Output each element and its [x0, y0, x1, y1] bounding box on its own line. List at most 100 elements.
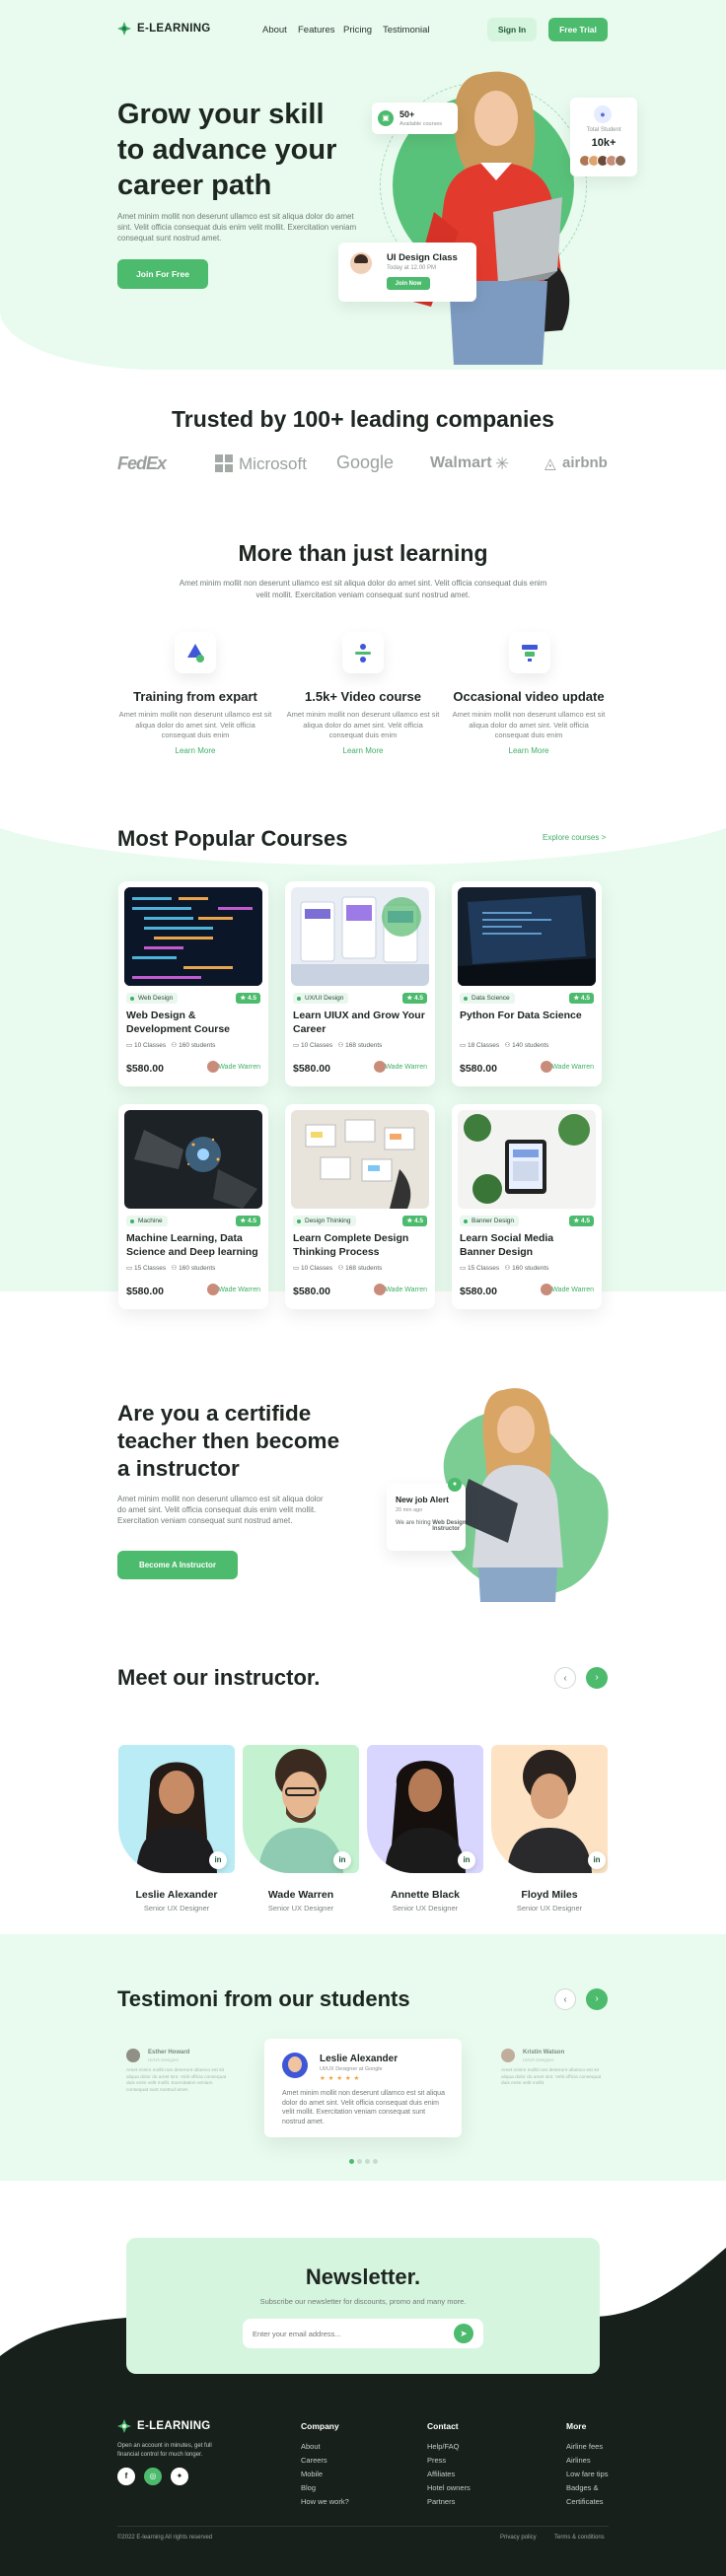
instructor-cta-line-3: a instructor	[117, 1456, 240, 1481]
testimonial-name: Kristin Watson	[523, 2050, 565, 2055]
course-card[interactable]: Web Design ★ 4.5 Web Design & Developmen…	[118, 881, 268, 1086]
nav-testimonial[interactable]: Testimonial	[383, 25, 430, 35]
footer-link[interactable]: Hotel owners	[427, 2483, 471, 2492]
testimonial-text: Amet minim mollit non deserunt ullamco e…	[282, 2090, 445, 2125]
facebook-icon[interactable]: f	[117, 2468, 135, 2485]
features-description: Amet minim mollit non deserunt ullamco e…	[179, 579, 547, 599]
course-meta: ▭ 10 Classes ⚇ 168 students	[293, 1041, 382, 1049]
feature-learn-more-3[interactable]: Learn More	[450, 746, 608, 755]
course-price: $580.00	[126, 1063, 164, 1075]
explore-courses-link[interactable]: Explore courses >	[543, 833, 606, 842]
course-title[interactable]: Machine Learning, Data Science and Deep …	[126, 1232, 258, 1259]
join-free-button[interactable]: Join For Free	[117, 259, 208, 289]
course-title[interactable]: Learn Social Media Banner Design	[460, 1232, 592, 1259]
testimonial-avatar	[282, 2053, 308, 2078]
footer-terms-link[interactable]: Terms & conditions	[554, 2535, 605, 2541]
linkedin-icon[interactable]: in	[333, 1851, 351, 1869]
linkedin-icon[interactable]: in	[458, 1851, 475, 1869]
course-image	[458, 1110, 596, 1209]
footer-link[interactable]: Badges &	[566, 2483, 599, 2492]
testimonial-name: Esther Howard	[148, 2050, 190, 2055]
nav-features[interactable]: Features	[298, 25, 335, 35]
course-author[interactable]: Wade Warren	[385, 1287, 427, 1293]
instagram-icon[interactable]: ◎	[144, 2468, 162, 2485]
footer-link[interactable]: Blog	[301, 2483, 316, 2492]
footer-link[interactable]: Low fare tips	[566, 2470, 609, 2478]
author-avatar	[541, 1061, 552, 1073]
hero-title-line-3: career path	[117, 170, 272, 201]
course-card[interactable]: Machine ★ 4.5 Machine Learning, Data Sci…	[118, 1104, 268, 1309]
testimonial-card-right[interactable]: Kristin Watson UI/UX Designer Amet minim…	[495, 2045, 612, 2104]
course-author[interactable]: Wade Warren	[218, 1287, 260, 1293]
students-count: 10k+	[591, 137, 617, 149]
nav-about[interactable]: About	[262, 25, 287, 35]
footer-link[interactable]: Mobile	[301, 2470, 323, 2478]
footer-link[interactable]: Airlines	[566, 2456, 591, 2465]
send-icon[interactable]: ➤	[454, 2324, 473, 2343]
twitter-icon[interactable]: ✦	[171, 2468, 188, 2485]
students-label: Total Student	[586, 127, 621, 133]
footer-link[interactable]: Careers	[301, 2456, 327, 2465]
course-tag: Design Thinking	[293, 1216, 356, 1226]
join-now-button[interactable]: Join Now	[387, 277, 430, 290]
footer-link[interactable]: Affiliates	[427, 2470, 455, 2478]
footer-link[interactable]: Certificates	[566, 2497, 604, 2506]
linkedin-icon[interactable]: in	[588, 1851, 606, 1869]
newsletter-title: Newsletter.	[305, 2264, 421, 2289]
book-icon: ▭	[460, 1042, 468, 1049]
instructors-next-button[interactable]: ›	[586, 1667, 608, 1689]
testimonials-next-button[interactable]: ›	[586, 1988, 608, 2010]
book-icon: ▭	[126, 1042, 134, 1049]
class-time: Today at 12.00 PM	[387, 265, 437, 271]
course-author[interactable]: Wade Warren	[551, 1287, 594, 1293]
testimonial-card-center[interactable]: Leslie Alexander UI/UX Designer at Googl…	[264, 2039, 462, 2137]
job-alert-time: 20 min ago	[396, 1507, 423, 1513]
feature-icon-2	[342, 632, 384, 673]
footer-link[interactable]: About	[301, 2442, 321, 2451]
course-card[interactable]: UX/UI Design ★ 4.5 Learn UIUX and Grow Y…	[285, 881, 435, 1086]
courses-label: Available courses	[399, 121, 443, 127]
nav-pricing[interactable]: Pricing	[343, 25, 372, 35]
footer-divider	[117, 2526, 609, 2527]
become-instructor-button[interactable]: Become A Instructor	[117, 1551, 238, 1579]
course-card[interactable]: Banner Design ★ 4.5 Learn Social Media B…	[452, 1104, 602, 1309]
course-students: 140 students	[512, 1042, 549, 1049]
course-tag: UX/UI Design	[293, 993, 349, 1004]
linkedin-icon[interactable]: in	[209, 1851, 227, 1869]
course-title[interactable]: Learn UIUX and Grow Your Career	[293, 1010, 425, 1036]
newsletter-email-input[interactable]	[253, 2325, 430, 2342]
footer-link[interactable]: Partners	[427, 2497, 455, 2506]
testimonial-card-left[interactable]: Esther Howard UI/UX Designer Amet minim …	[118, 2045, 235, 2104]
walmart-spark-icon: ✳	[495, 454, 510, 473]
course-author[interactable]: Wade Warren	[385, 1064, 427, 1071]
course-title[interactable]: Learn Complete Design Thinking Process	[293, 1232, 425, 1259]
logo-text: E-LEARNING	[137, 23, 211, 35]
footer-privacy-link[interactable]: Privacy policy	[500, 2535, 537, 2541]
instructors-title: Meet our instructor.	[117, 1665, 321, 1690]
instructor-name: Floyd Miles	[521, 1889, 578, 1901]
book-icon: ▭	[293, 1042, 301, 1049]
feature-learn-more-2[interactable]: Learn More	[284, 746, 442, 755]
author-avatar	[207, 1284, 219, 1295]
logo-icon	[117, 2419, 131, 2433]
course-title[interactable]: Web Design & Development Course	[126, 1010, 258, 1036]
testimonial-pagination[interactable]	[349, 2159, 379, 2165]
testimonial-role: UI/UX Designer	[148, 2057, 180, 2062]
feature-title-1: Training from expart	[133, 689, 257, 704]
testimonials-prev-button[interactable]: ‹	[554, 1988, 576, 2010]
free-trial-button[interactable]: Free Trial	[548, 18, 608, 41]
course-rating: ★ 4.5	[569, 993, 594, 1004]
course-card[interactable]: Design Thinking ★ 4.5 Learn Complete Des…	[285, 1104, 435, 1309]
instructors-prev-button[interactable]: ‹	[554, 1667, 576, 1689]
footer-link[interactable]: Airline fees	[566, 2442, 603, 2451]
footer-link[interactable]: How we work?	[301, 2497, 349, 2506]
feature-learn-more-1[interactable]: Learn More	[116, 746, 274, 755]
footer-link[interactable]: Press	[427, 2456, 446, 2465]
course-title[interactable]: Python For Data Science	[460, 1010, 592, 1023]
course-author[interactable]: Wade Warren	[218, 1064, 260, 1071]
course-author[interactable]: Wade Warren	[551, 1064, 594, 1071]
course-card[interactable]: Data Science ★ 4.5 Python For Data Scien…	[452, 881, 602, 1086]
signin-button[interactable]: Sign In	[487, 18, 537, 41]
footer-link[interactable]: Help/FAQ	[427, 2442, 460, 2451]
course-price: $580.00	[293, 1063, 330, 1075]
